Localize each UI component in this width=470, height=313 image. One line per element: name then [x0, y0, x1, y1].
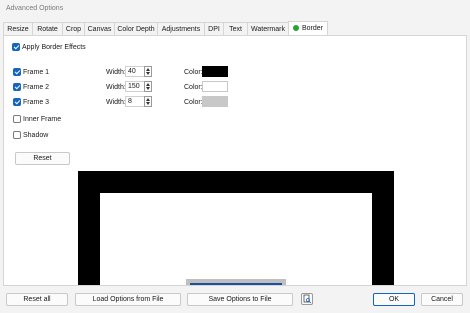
tab-label: Text	[229, 26, 242, 33]
spin-down-icon[interactable]	[146, 87, 150, 90]
inner-frame-label: Inner Frame	[23, 116, 62, 123]
tab-border[interactable]: Border	[288, 21, 328, 36]
spin-down-icon[interactable]	[146, 102, 150, 105]
frame-3-label: Frame 3	[23, 99, 50, 106]
tab-dpi[interactable]: DPI	[204, 22, 224, 35]
load-options-label: Load Options from File	[92, 296, 164, 303]
save-options-label: Save Options to File	[208, 296, 272, 303]
title-bar: Advanced Options	[0, 0, 470, 19]
inner-frame-checkbox[interactable]	[13, 115, 21, 123]
frame-3-width-spinner[interactable]	[144, 96, 152, 107]
frame-1-color-swatch[interactable]	[202, 66, 228, 77]
border-preview	[78, 171, 394, 285]
ok-label: OK	[388, 296, 400, 303]
tab-canvas[interactable]: Canvas	[84, 22, 115, 35]
frame-1-label: Frame 1	[23, 69, 50, 76]
frame-1-color-label: Color:	[184, 69, 203, 76]
ok-button[interactable]: OK	[373, 293, 415, 306]
reset-all-button[interactable]: Reset all	[6, 293, 68, 306]
preview-inner-frame	[100, 193, 372, 285]
tab-color-depth[interactable]: Color Depth	[114, 22, 158, 35]
tab-label: Canvas	[87, 26, 112, 33]
tab-text[interactable]: Text	[223, 22, 248, 35]
tab-label: Watermark	[251, 26, 285, 33]
frame-2-color-label: Color:	[184, 84, 203, 91]
frame-3-checkbox[interactable]	[13, 98, 21, 106]
frame-3-width-label: Width:	[106, 99, 126, 106]
spin-down-icon[interactable]	[146, 72, 150, 75]
tab-crop[interactable]: Crop	[62, 22, 85, 35]
frame-2-color-swatch[interactable]	[202, 81, 228, 92]
tab-resize[interactable]: Resize	[3, 22, 33, 35]
frame-3-color-swatch[interactable]	[202, 96, 228, 107]
shadow-label: Shadow	[23, 132, 49, 139]
tab-label: Color Depth	[117, 26, 155, 33]
frame-2-width-spinner[interactable]	[144, 81, 152, 92]
frame-1-width-input[interactable]: 40	[125, 66, 145, 77]
spin-up-icon[interactable]	[146, 98, 150, 101]
tab-label: Crop	[65, 26, 82, 33]
spin-up-icon[interactable]	[146, 68, 150, 71]
tab-adjustments[interactable]: Adjustments	[157, 22, 205, 35]
frame-2-label: Frame 2	[23, 84, 50, 91]
preview-image-bar	[190, 283, 282, 285]
tab-label: Rotate	[37, 26, 58, 33]
tab-watermark[interactable]: Watermark	[247, 22, 289, 35]
frame-2-checkbox[interactable]	[13, 83, 21, 91]
save-options-button[interactable]: Save Options to File	[187, 293, 293, 306]
document-search-glyph	[303, 294, 312, 304]
preview-image	[186, 279, 286, 285]
tab-label: DPI	[208, 26, 220, 33]
apply-border-effects-label: Apply Border Effects	[22, 44, 86, 51]
cancel-label: Cancel	[431, 296, 453, 303]
frame-1-width-spinner[interactable]	[144, 66, 152, 77]
advanced-options-window: Advanced Options Resize Rotate Crop Canv…	[0, 0, 470, 313]
spin-up-icon[interactable]	[146, 83, 150, 86]
frame-1-width-label: Width:	[106, 69, 126, 76]
shadow-checkbox[interactable]	[13, 131, 21, 139]
border-panel: Apply Border Effects Frame 1 Width: 40 C…	[3, 35, 467, 286]
tab-rotate[interactable]: Rotate	[32, 22, 63, 35]
frame-1-checkbox[interactable]	[13, 68, 21, 76]
tab-label: Resize	[7, 26, 29, 33]
frame-3-width-input[interactable]: 8	[125, 96, 145, 107]
frame-2-width-label: Width:	[106, 84, 126, 91]
document-search-icon[interactable]	[301, 293, 313, 305]
frame-3-color-label: Color:	[184, 99, 203, 106]
reset-button-label: Reset	[33, 155, 52, 162]
reset-button[interactable]: Reset	[15, 152, 70, 165]
tab-label: Adjustments	[161, 26, 201, 33]
window-title: Advanced Options	[6, 5, 64, 12]
apply-border-effects-checkbox[interactable]	[12, 43, 20, 51]
active-status-icon	[292, 25, 299, 31]
cancel-button[interactable]: Cancel	[421, 293, 463, 306]
load-options-button[interactable]: Load Options from File	[75, 293, 181, 306]
reset-all-label: Reset all	[23, 296, 51, 303]
frame-2-width-input[interactable]: 150	[125, 81, 145, 92]
tab-label: Border	[301, 25, 323, 32]
